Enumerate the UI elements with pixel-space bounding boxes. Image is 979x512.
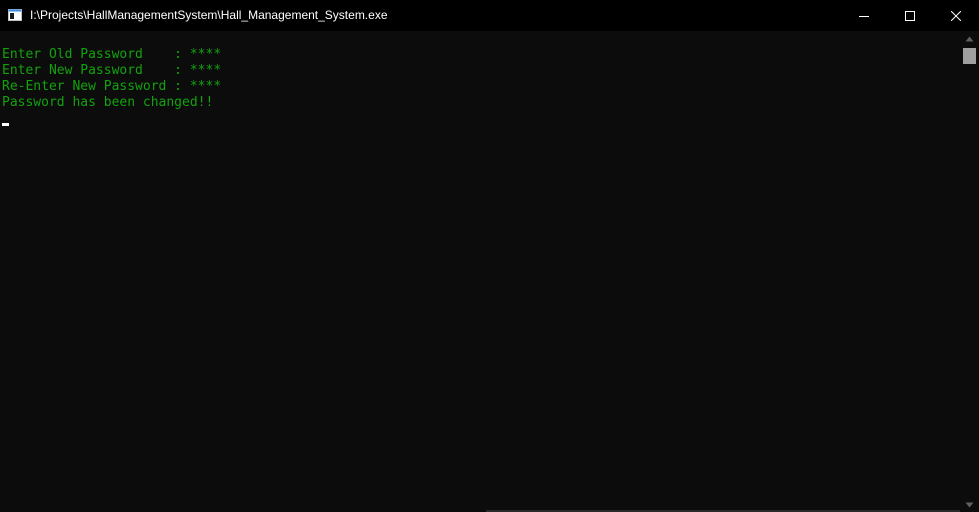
console-app-icon[interactable] — [8, 8, 22, 22]
maximize-button[interactable] — [887, 0, 933, 31]
text-cursor — [2, 123, 9, 126]
console-line-status: Password has been changed!! — [2, 95, 214, 110]
scroll-down-button[interactable] — [960, 497, 979, 512]
scroll-up-arrow-icon — [965, 36, 974, 41]
window-title: I:\Projects\HallManagementSystem\Hall_Ma… — [30, 8, 388, 22]
console-line-old-password: Enter Old Password : **** — [2, 47, 222, 62]
console-line-new-password: Enter New Password : **** — [2, 63, 222, 78]
title-bar[interactable]: I:\Projects\HallManagementSystem\Hall_Ma… — [0, 0, 979, 31]
console-line-reenter-password: Re-Enter New Password : **** — [2, 79, 222, 94]
console-window: I:\Projects\HallManagementSystem\Hall_Ma… — [0, 0, 979, 512]
minimize-button[interactable] — [841, 0, 887, 31]
maximize-icon — [905, 10, 915, 21]
minimize-icon — [859, 15, 869, 17]
scroll-down-arrow-icon — [965, 502, 974, 507]
console-output[interactable]: Enter Old Password : **** Enter New Pass… — [0, 31, 960, 512]
vertical-scrollbar[interactable] — [960, 31, 979, 512]
scrollbar-thumb[interactable] — [963, 48, 976, 64]
scroll-up-button[interactable] — [960, 31, 979, 46]
close-icon — [951, 10, 961, 21]
close-button[interactable] — [933, 0, 979, 31]
